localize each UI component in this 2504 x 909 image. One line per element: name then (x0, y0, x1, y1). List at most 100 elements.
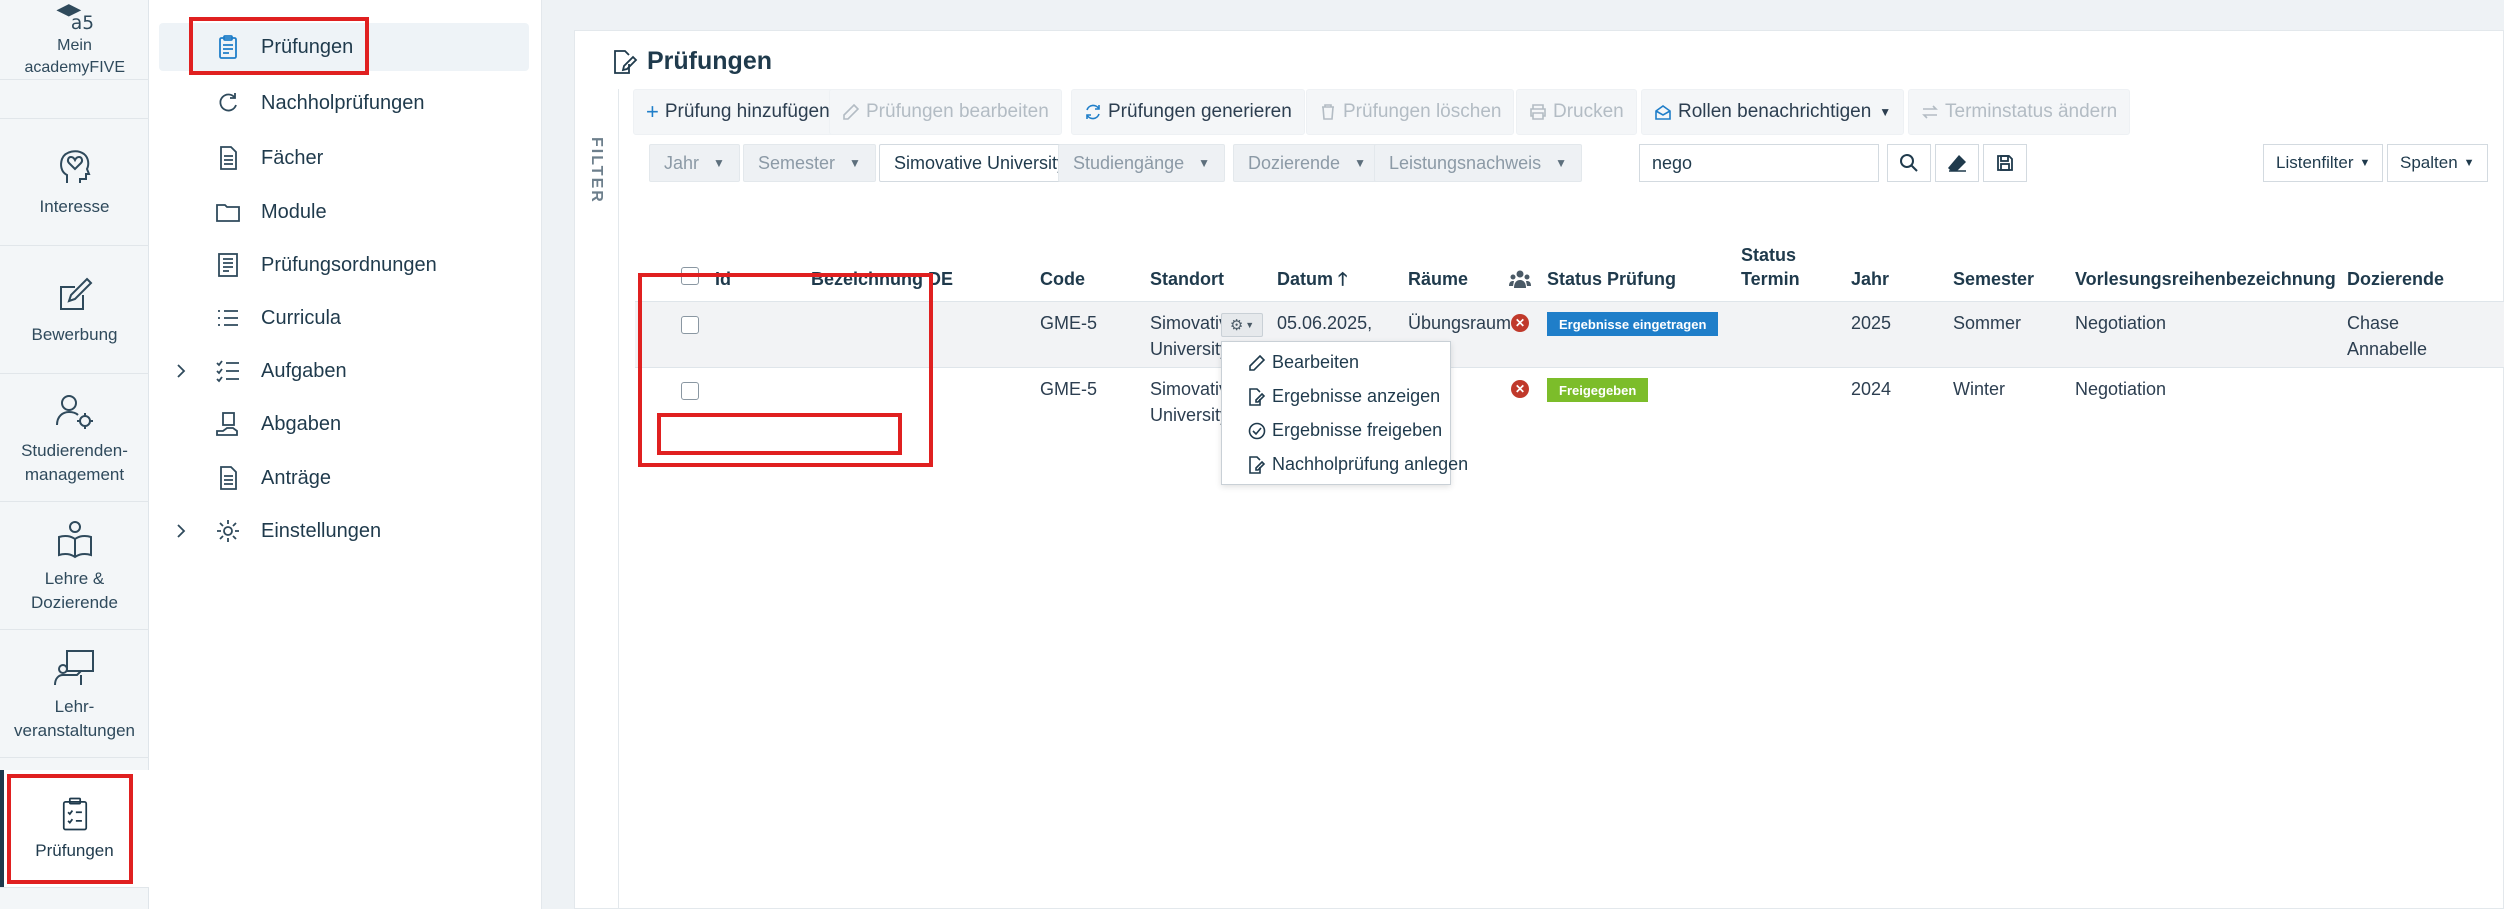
edit-exams-button[interactable]: Prüfungen bearbeiten (829, 89, 1062, 135)
subnav-item-nachholpruefungen[interactable]: Nachholprüfungen (159, 79, 529, 127)
column-header-lecturers[interactable]: Dozierende (2347, 267, 2444, 292)
subnav-item-module[interactable]: Module (159, 188, 529, 236)
print-button[interactable]: Drucken (1516, 89, 1637, 135)
filter-year[interactable]: Jahr ▼ (649, 144, 740, 182)
rail-item-lehre-dozierende[interactable]: Lehre & Dozierende (0, 502, 149, 630)
caret-down-icon: ▼ (1555, 156, 1567, 170)
filter-panel-toggle[interactable]: FILTER (575, 89, 619, 909)
generate-exams-label: Prüfungen generieren (1108, 101, 1292, 122)
refresh-icon (219, 93, 237, 112)
menu-item-bearbeiten[interactable]: Bearbeiten (1248, 352, 1359, 373)
chevron-right-icon[interactable] (173, 363, 189, 379)
column-header-date[interactable]: Datum 🡑 (1277, 267, 1347, 292)
column-header-location[interactable]: Standort (1150, 267, 1224, 292)
secondary-nav: Prüfungen Nachholprüfungen Fächer Module… (149, 0, 542, 909)
subnav-item-label: Aufgaben (261, 359, 347, 382)
subnav-item-aufgaben[interactable]: Aufgaben (159, 347, 529, 395)
app-rail: a5 Mein academyFIVE Interesse Bewerbung … (0, 0, 149, 909)
cell-date-line1: 05.06.2025, (1277, 313, 1373, 333)
filter-assessment-label: Leistungsnachweis (1389, 152, 1542, 173)
save-filter-button[interactable] (1983, 144, 2027, 182)
row-checkbox[interactable] (681, 382, 699, 400)
menu-item-ergebnisse-anzeigen[interactable]: Ergebnisse anzeigen (1248, 386, 1440, 407)
add-exam-label: Prüfung hinzufügen (664, 101, 830, 122)
column-header-rooms[interactable]: Räume (1408, 267, 1468, 292)
search-button[interactable] (1887, 144, 1931, 182)
pencil-icon (1249, 354, 1266, 371)
caret-down-icon: ▼ (2359, 157, 2371, 169)
column-header-year[interactable]: Jahr (1851, 267, 1889, 292)
caret-down-icon: ▼ (1198, 156, 1210, 170)
subnav-item-antraege[interactable]: Anträge (159, 454, 529, 502)
menu-item-label: Ergebnisse freigeben (1272, 420, 1443, 440)
filter-semester[interactable]: Semester ▼ (743, 144, 876, 182)
filter-lecturers[interactable]: Dozierende ▼ (1233, 144, 1381, 182)
row-checkbox[interactable] (681, 316, 699, 334)
subnav-item-einstellungen[interactable]: Einstellungen (159, 507, 529, 555)
change-termin-status-label: Terminstatus ändern (1945, 101, 2118, 122)
column-header-id[interactable]: Id (715, 267, 731, 292)
document-edit-icon (1249, 387, 1266, 406)
subnav-item-curricula[interactable]: Curricula (159, 294, 529, 342)
printer-icon (1530, 104, 1546, 120)
column-header-code[interactable]: Code (1040, 267, 1085, 292)
add-exam-button[interactable]: + Prüfung hinzufügen (633, 89, 843, 135)
document-icon (220, 466, 237, 490)
cell-lecturer-line1: Chase (2347, 313, 2400, 333)
rail-item-label: Lehre & Dozierende (31, 568, 118, 612)
sort-ascending-icon: 🡑 (1338, 269, 1348, 289)
page-title-text: Prüfungen (647, 47, 772, 75)
cell-year: 2024 (1851, 379, 1892, 399)
subnav-item-faecher[interactable]: Fächer (159, 134, 529, 182)
column-header-status-termin-line1[interactable]: Status (1741, 243, 1796, 268)
generate-exams-button[interactable]: Prüfungen generieren (1071, 89, 1305, 135)
delete-exams-button[interactable]: Prüfungen löschen (1306, 89, 1515, 135)
column-header-semester[interactable]: Semester (1953, 267, 2034, 292)
head-heart-icon (59, 150, 90, 183)
cell-semester: Sommer (1953, 313, 2022, 333)
notify-roles-dropdown[interactable]: Rollen benachrichtigen ▼ (1641, 89, 1905, 135)
content-card: Prüfungen FILTER + Prüfung hinzufügen Pr… (574, 30, 2504, 909)
select-all-checkbox[interactable] (681, 267, 699, 285)
row-actions-button[interactable]: ⚙ ▼ (1221, 313, 1263, 337)
column-header-name[interactable]: Bezeichnung DE (811, 267, 953, 292)
column-header-status-termin-line2[interactable]: Termin (1741, 267, 1800, 292)
filter-assessment[interactable]: Leistungsnachweis ▼ (1374, 144, 1582, 182)
cell-location-line2: University (1150, 339, 1230, 359)
column-header-status-exam[interactable]: Status Prüfung (1547, 267, 1676, 292)
search-input[interactable] (1639, 144, 1879, 182)
subnav-item-pruefungen[interactable]: Prüfungen (159, 23, 529, 71)
rail-item-interesse[interactable]: Interesse (0, 118, 149, 246)
cell-series: Negotiation (2075, 313, 2167, 333)
caret-down-icon: ▼ (2463, 157, 2475, 169)
change-termin-status-button[interactable]: Terminstatus ändern (1908, 89, 2131, 135)
menu-item-ergebnisse-freigeben[interactable]: Ergebnisse freigeben (1248, 420, 1442, 441)
academyfive-logo-icon: a5 (55, 4, 94, 31)
rail-logo[interactable]: a5 Mein academyFIVE (0, 0, 149, 80)
cell-location-line2: University (1150, 405, 1230, 425)
column-header-series[interactable]: Vorlesungsreihenbezeichnung (2075, 267, 2336, 292)
menu-item-label: Nachholprüfung anlegen (1272, 454, 1469, 474)
rail-item-lehrveranstaltungen[interactable]: Lehr-veranstaltungen (0, 630, 149, 758)
subnav-item-abgaben[interactable]: Abgaben (159, 400, 529, 448)
chevron-right-icon[interactable] (173, 523, 189, 539)
cell-year: 2025 (1851, 313, 1892, 333)
svg-text:a5: a5 (70, 13, 93, 31)
caret-down-icon: ▼ (849, 156, 861, 170)
cell-series: Negotiation (2075, 379, 2167, 399)
clear-filter-button[interactable] (1935, 144, 1979, 182)
filter-programs[interactable]: Studiengänge ▼ (1058, 144, 1225, 182)
rail-item-pruefungen[interactable]: Prüfungen (0, 770, 149, 888)
table-row[interactable]: GME-5 Simovative University 05.06.2025, … (635, 301, 2504, 367)
search-icon (1900, 154, 1918, 172)
menu-item-nachholpruefung-anlegen[interactable]: Nachholprüfung anlegen (1248, 454, 1468, 475)
subnav-item-pruefungsordnungen[interactable]: Prüfungsordnungen (159, 241, 529, 289)
subnav-item-label: Curricula (261, 306, 342, 329)
filter-programs-label: Studiengänge (1073, 152, 1185, 173)
table-row[interactable]: GME-5 Simovative University ✕ Freigegebe… (635, 367, 2504, 433)
columns-dropdown[interactable]: Spalten ▼ (2387, 144, 2488, 182)
list-filter-dropdown[interactable]: Listenfilter ▼ (2263, 144, 2384, 182)
rail-item-label: Bewerbung (31, 324, 118, 344)
rail-item-bewerbung[interactable]: Bewerbung (0, 246, 149, 374)
rail-item-studierendenmanagement[interactable]: Studierenden-management (0, 374, 149, 502)
